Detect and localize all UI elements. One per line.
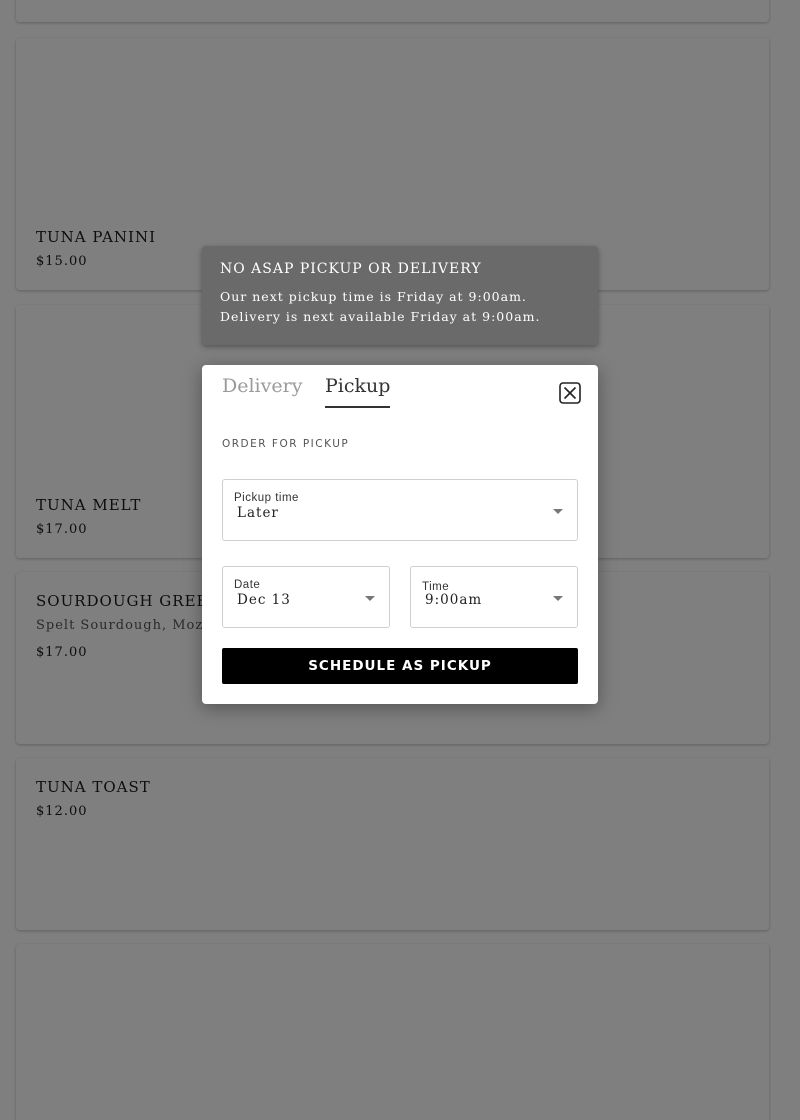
schedule-as-pickup-button[interactable]: SCHEDULE AS PICKUP xyxy=(222,648,578,684)
chevron-down-icon xyxy=(553,596,563,601)
menu-page: TUNA PANINI $15.00 TUNA MELT $17.00 SOUR… xyxy=(0,0,800,1120)
pickup-time-value: Later xyxy=(237,505,279,521)
time-value: 9:00am xyxy=(425,592,483,608)
chevron-down-icon xyxy=(365,596,375,601)
pickup-notice-toast: NO ASAP PICKUP OR DELIVERY Our next pick… xyxy=(202,246,598,345)
toast-body: Our next pickup time is Friday at 9:00am… xyxy=(220,287,580,327)
date-value: Dec 13 xyxy=(237,592,291,608)
tab-delivery[interactable]: Delivery xyxy=(222,375,302,397)
toast-line-delivery: Delivery is next available Friday at 9:0… xyxy=(220,309,541,324)
close-icon xyxy=(559,382,581,404)
section-label: ORDER FOR PICKUP xyxy=(222,438,350,450)
date-select[interactable]: Date Dec 13 xyxy=(222,566,390,628)
close-button[interactable] xyxy=(559,382,581,404)
tab-pickup[interactable]: Pickup xyxy=(325,375,391,408)
order-mode-modal: Delivery Pickup ORDER FOR PICKUP Pickup … xyxy=(202,365,598,704)
pickup-time-select[interactable]: Pickup time Later xyxy=(222,479,578,541)
toast-line-pickup: Our next pickup time is Friday at 9:00am… xyxy=(220,289,527,304)
toast-title: NO ASAP PICKUP OR DELIVERY xyxy=(220,261,482,277)
time-select[interactable]: Time 9:00am xyxy=(410,566,578,628)
chevron-down-icon xyxy=(553,509,563,514)
pickup-time-label: Pickup time xyxy=(234,492,299,504)
date-label: Date xyxy=(234,579,261,591)
